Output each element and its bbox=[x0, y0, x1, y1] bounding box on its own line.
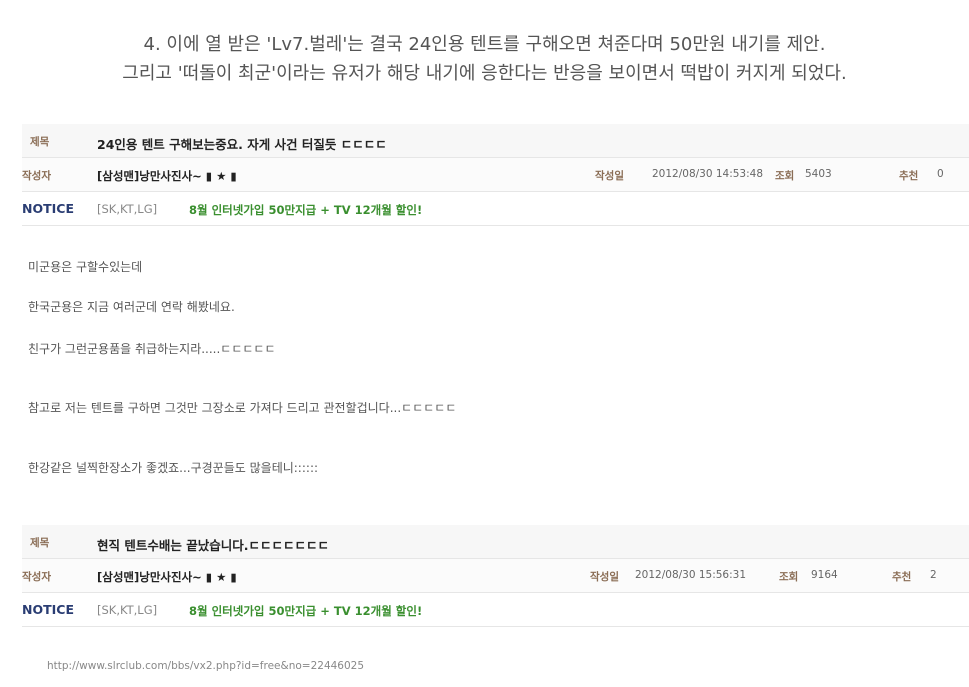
body-line: 친구가 그런군용품을 취급하는지라.....ㄷㄷㄷㄷㄷ bbox=[28, 342, 276, 356]
post-meta-row: 작성자 [삼성맨]낭만사진사~ ▮ ★ ▮ 작성일 2012/08/30 15:… bbox=[22, 559, 969, 593]
views-count: 5403 bbox=[805, 168, 832, 180]
post-title[interactable]: 24인용 텐트 구해보는중요. 자게 사건 터질듯 ㄷㄷㄷㄷ bbox=[97, 134, 387, 153]
notice-label: NOTICE bbox=[22, 602, 74, 617]
body-line: 참고로 저는 텐트를 구하면 그것만 그장소로 가져다 드리고 관전할겁니다..… bbox=[28, 401, 457, 415]
body-line: 한강같은 널찍한장소가 좋겠죠...구경꾼들도 많을테니:::::: bbox=[28, 461, 319, 475]
post-title-row: 제목 24인용 텐트 구해보는중요. 자게 사건 터질듯 ㄷㄷㄷㄷ bbox=[22, 124, 969, 158]
caption-line-1: 4. 이에 열 받은 'Lv7.벌레'는 결국 24인용 텐트를 구해오면 쳐준… bbox=[143, 34, 826, 55]
body-line: 미군용은 구할수있는데 bbox=[28, 260, 143, 274]
source-url[interactable]: http://www.slrclub.com/bbs/vx2.php?id=fr… bbox=[47, 660, 364, 672]
author-label: 작성자 bbox=[22, 170, 51, 182]
notice-row: NOTICE [SK,KT,LG] 8월 인터넷가입 50만지급 + TV 12… bbox=[22, 593, 969, 627]
views-label: 조회 bbox=[775, 170, 795, 182]
author-label: 작성자 bbox=[22, 571, 51, 583]
post-meta-row: 작성자 [삼성맨]낭만사진사~ ▮ ★ ▮ 작성일 2012/08/30 14:… bbox=[22, 158, 969, 192]
post-title-row: 제목 현직 텐트수배는 끝났습니다.ㄷㄷㄷㄷㄷㄷㄷ bbox=[22, 525, 969, 559]
body-line: 한국군용은 지금 여러군데 연락 해봤네요. bbox=[28, 300, 235, 314]
caption-line-2: 그리고 '떠돌이 최군'이라는 유저가 해당 내기에 응한다는 반응을 보이면서… bbox=[122, 63, 847, 84]
recommend-label: 추천 bbox=[892, 571, 912, 583]
views-count: 9164 bbox=[811, 569, 838, 581]
date-label: 작성일 bbox=[595, 170, 624, 182]
recommend-count: 0 bbox=[937, 168, 944, 180]
author-name[interactable]: [삼성맨]낭만사진사~ ▮ ★ ▮ bbox=[97, 168, 237, 184]
notice-row: NOTICE [SK,KT,LG] 8월 인터넷가입 50만지급 + TV 12… bbox=[22, 192, 969, 226]
title-label: 제목 bbox=[30, 136, 50, 148]
notice-link[interactable]: 8월 인터넷가입 50만지급 + TV 12개월 할인! bbox=[189, 603, 422, 619]
recommend-count: 2 bbox=[930, 569, 937, 581]
author-name[interactable]: [삼성맨]낭만사진사~ ▮ ★ ▮ bbox=[97, 569, 237, 585]
post-1: 제목 24인용 텐트 구해보는중요. 자게 사건 터질듯 ㄷㄷㄷㄷ 작성자 [삼… bbox=[22, 124, 969, 226]
views-label: 조회 bbox=[779, 571, 799, 583]
notice-carrier[interactable]: [SK,KT,LG] bbox=[97, 603, 157, 617]
post-title[interactable]: 현직 텐트수배는 끝났습니다.ㄷㄷㄷㄷㄷㄷㄷ bbox=[97, 535, 329, 554]
notice-label: NOTICE bbox=[22, 201, 74, 216]
title-label: 제목 bbox=[30, 537, 50, 549]
notice-carrier[interactable]: [SK,KT,LG] bbox=[97, 202, 157, 216]
post-2: 제목 현직 텐트수배는 끝났습니다.ㄷㄷㄷㄷㄷㄷㄷ 작성자 [삼성맨]낭만사진사… bbox=[22, 525, 969, 627]
post-date: 2012/08/30 14:53:48 bbox=[652, 168, 764, 180]
notice-link[interactable]: 8월 인터넷가입 50만지급 + TV 12개월 할인! bbox=[189, 202, 422, 218]
caption: 4. 이에 열 받은 'Lv7.벌레'는 결국 24인용 텐트를 구해오면 쳐준… bbox=[0, 30, 969, 88]
date-label: 작성일 bbox=[590, 571, 619, 583]
post-date: 2012/08/30 15:56:31 bbox=[635, 569, 747, 581]
recommend-label: 추천 bbox=[899, 170, 919, 182]
